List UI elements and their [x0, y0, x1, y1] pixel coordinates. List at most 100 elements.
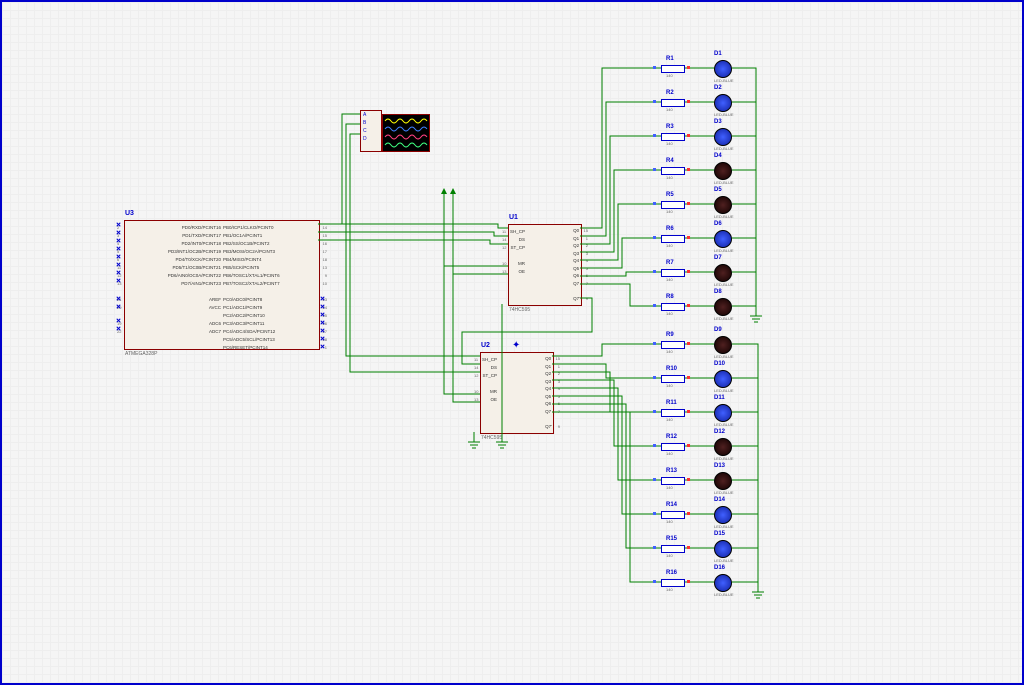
resistor-val: 140 [666, 485, 673, 490]
nc-marker [116, 222, 120, 226]
led-D3[interactable] [714, 128, 732, 146]
resistor-R4[interactable] [661, 167, 685, 175]
resistor-ref: R4 [666, 158, 674, 164]
resistor-val: 140 [666, 141, 673, 146]
led-ref: D5 [714, 187, 722, 193]
led-ref: D8 [714, 289, 722, 295]
nc-marker [116, 304, 120, 308]
resistor-R1[interactable] [661, 65, 685, 73]
led-ref: D12 [714, 429, 725, 435]
resistor-R15[interactable] [661, 545, 685, 553]
resistor-R2[interactable] [661, 99, 685, 107]
led-part: LED-BLUE [714, 456, 734, 461]
led-ref: D15 [714, 531, 725, 537]
led-part: LED-BLUE [714, 146, 734, 151]
led-part: LED-BLUE [714, 180, 734, 185]
led-ref: D1 [714, 51, 722, 57]
led-ref: D14 [714, 497, 725, 503]
resistor-R10[interactable] [661, 375, 685, 383]
resistor-val: 140 [666, 107, 673, 112]
resistor-R6[interactable] [661, 235, 685, 243]
nc-marker [116, 230, 120, 234]
nc-marker [116, 270, 120, 274]
nc-marker [116, 318, 120, 322]
resistor-ref: R2 [666, 90, 674, 96]
led-part: LED-BLUE [714, 214, 734, 219]
resistor-val: 140 [666, 209, 673, 214]
led-D15[interactable] [714, 540, 732, 558]
resistor-ref: R13 [666, 468, 677, 474]
led-ref: D10 [714, 361, 725, 367]
led-part: LED-BLUE [714, 248, 734, 253]
led-D11[interactable] [714, 404, 732, 422]
resistor-ref: R15 [666, 536, 677, 542]
led-D10[interactable] [714, 370, 732, 388]
resistor-ref: R7 [666, 260, 674, 266]
resistor-ref: R5 [666, 192, 674, 198]
resistor-ref: R10 [666, 366, 677, 372]
resistor-val: 140 [666, 553, 673, 558]
resistor-val: 140 [666, 587, 673, 592]
wire-net [2, 2, 1022, 683]
nc-marker [116, 326, 120, 330]
led-D6[interactable] [714, 230, 732, 248]
resistor-R12[interactable] [661, 443, 685, 451]
resistor-R7[interactable] [661, 269, 685, 277]
resistor-val: 140 [666, 451, 673, 456]
resistor-R3[interactable] [661, 133, 685, 141]
led-ref: D2 [714, 85, 722, 91]
led-D16[interactable] [714, 574, 732, 592]
nc-marker [116, 246, 120, 250]
resistor-ref: R8 [666, 294, 674, 300]
led-part: LED-BLUE [714, 282, 734, 287]
led-D7[interactable] [714, 264, 732, 282]
led-part: LED-BLUE [714, 490, 734, 495]
resistor-ref: R16 [666, 570, 677, 576]
led-ref: D4 [714, 153, 722, 159]
led-part: LED-BLUE [714, 354, 734, 359]
led-D9[interactable] [714, 336, 732, 354]
resistor-R9[interactable] [661, 341, 685, 349]
nc-marker [116, 278, 120, 282]
resistor-R13[interactable] [661, 477, 685, 485]
led-D4[interactable] [714, 162, 732, 180]
resistor-val: 140 [666, 175, 673, 180]
resistor-R14[interactable] [661, 511, 685, 519]
resistor-ref: R12 [666, 434, 677, 440]
resistor-ref: R9 [666, 332, 674, 338]
resistor-ref: R3 [666, 124, 674, 130]
led-D14[interactable] [714, 506, 732, 524]
nc-marker [116, 262, 120, 266]
led-part: LED-BLUE [714, 558, 734, 563]
resistor-val: 140 [666, 383, 673, 388]
resistor-val: 140 [666, 243, 673, 248]
resistor-ref: R11 [666, 400, 677, 406]
resistor-R5[interactable] [661, 201, 685, 209]
led-ref: D7 [714, 255, 722, 261]
resistor-val: 140 [666, 349, 673, 354]
led-ref: D9 [714, 327, 722, 333]
resistor-val: 140 [666, 519, 673, 524]
led-part: LED-BLUE [714, 388, 734, 393]
led-D2[interactable] [714, 94, 732, 112]
led-D13[interactable] [714, 472, 732, 490]
resistor-R8[interactable] [661, 303, 685, 311]
led-D12[interactable] [714, 438, 732, 456]
nc-marker [116, 254, 120, 258]
schematic-canvas[interactable]: U3 ATMEGA328P 2PD0/RXD/PCINT163PD1/TXD/P… [0, 0, 1024, 685]
led-part: LED-BLUE [714, 422, 734, 427]
led-D5[interactable] [714, 196, 732, 214]
resistor-R16[interactable] [661, 579, 685, 587]
led-D1[interactable] [714, 60, 732, 78]
led-part: LED-BLUE [714, 316, 734, 321]
resistor-ref: R6 [666, 226, 674, 232]
led-ref: D13 [714, 463, 725, 469]
led-part: LED-BLUE [714, 524, 734, 529]
led-part: LED-BLUE [714, 112, 734, 117]
resistor-val: 140 [666, 277, 673, 282]
led-D8[interactable] [714, 298, 732, 316]
resistor-R11[interactable] [661, 409, 685, 417]
led-ref: D6 [714, 221, 722, 227]
schematic-layer: U3 ATMEGA328P 2PD0/RXD/PCINT163PD1/TXD/P… [2, 2, 1022, 683]
nc-marker [116, 238, 120, 242]
